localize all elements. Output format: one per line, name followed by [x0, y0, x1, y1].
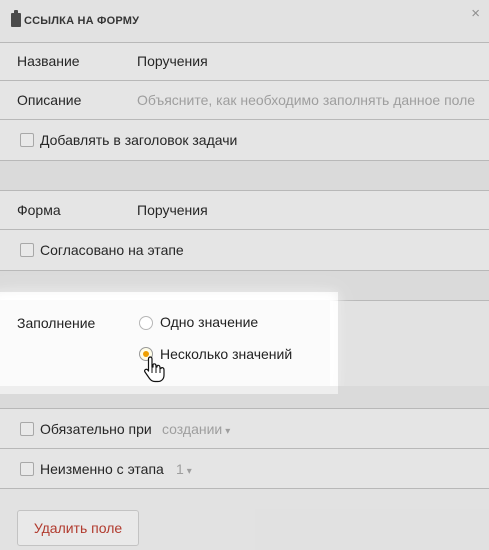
dim-right — [338, 292, 489, 394]
add-to-title-checkbox[interactable] — [20, 133, 34, 147]
required-stage-value: создании — [162, 421, 223, 437]
unchanged-checkbox[interactable] — [20, 462, 34, 476]
fill-option-single-radio[interactable] — [139, 316, 153, 330]
description-label: Описание — [17, 92, 82, 108]
hand-cursor-icon — [144, 356, 165, 383]
fill-option-multiple-label[interactable]: Несколько значений — [160, 346, 292, 362]
required-checkbox[interactable] — [20, 422, 34, 436]
fill-option-single-label[interactable]: Одно значение — [160, 314, 258, 330]
unchanged-label: Неизменно с этапа — [40, 461, 164, 477]
unchanged-stage-select[interactable]: 1 ▾ — [176, 461, 192, 477]
description-input[interactable]: Объясните, как необходимо заполнять данн… — [137, 92, 475, 108]
add-to-title-label: Добавлять в заголовок задачи — [40, 132, 238, 148]
form-link-dialog: ССЫЛКА НА ФОРМУ × Название Поручения Опи… — [0, 0, 489, 550]
delete-field-button[interactable]: Удалить поле — [17, 510, 139, 546]
unchanged-row: Неизменно с этапа 1 ▾ — [0, 449, 489, 489]
name-label: Название — [17, 53, 80, 69]
description-row: Описание Объясните, как необходимо запол… — [0, 81, 489, 120]
required-label: Обязательно при — [40, 421, 152, 437]
form-label: Форма — [17, 202, 61, 218]
close-icon[interactable]: × — [471, 5, 480, 22]
name-value[interactable]: Поручения — [137, 53, 208, 69]
chevron-down-icon: ▾ — [225, 426, 231, 437]
dialog-header: ССЫЛКА НА ФОРМУ × — [0, 0, 489, 43]
unchanged-stage-value: 1 — [176, 461, 184, 477]
form-value[interactable]: Поручения — [137, 202, 208, 218]
fill-label: Заполнение — [17, 315, 96, 331]
approved-row: Согласовано на этапе — [0, 230, 489, 271]
clipboard-icon — [11, 10, 21, 27]
chevron-down-icon: ▾ — [186, 466, 192, 477]
approved-checkbox[interactable] — [20, 243, 34, 257]
add-to-title-row: Добавлять в заголовок задачи — [0, 120, 489, 161]
form-row: Форма Поручения — [0, 191, 489, 230]
section-divider — [0, 386, 489, 409]
approved-label: Согласовано на этапе — [40, 242, 184, 258]
dialog-title: ССЫЛКА НА ФОРМУ — [24, 15, 140, 27]
section-divider — [0, 271, 489, 301]
required-row: Обязательно при создании ▾ — [0, 409, 489, 449]
required-stage-select[interactable]: создании ▾ — [162, 421, 230, 437]
name-row: Название Поручения — [0, 43, 489, 81]
section-divider — [0, 161, 489, 191]
